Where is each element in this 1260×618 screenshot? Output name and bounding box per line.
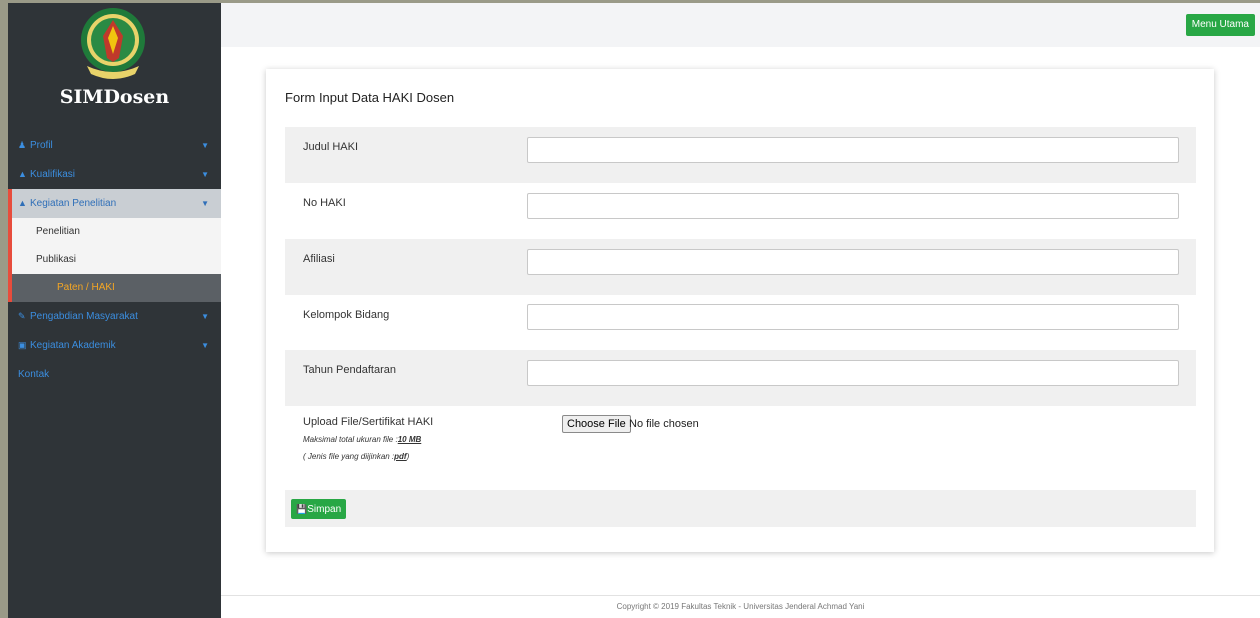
sidebar-item-label: Profil: [30, 140, 53, 151]
form-row-afiliasi: Afiliasi: [285, 239, 1196, 295]
simpan-label: Simpan: [307, 504, 342, 515]
form-row-tahun-pendaftaran: Tahun Pendaftaran: [285, 350, 1196, 406]
field-label: Kelompok Bidang: [303, 309, 390, 321]
sidebar-item-label: Kontak: [18, 369, 50, 380]
user-icon: ♟: [18, 140, 27, 150]
university-logo: [81, 8, 145, 79]
sidebar-item-kegiatan-akademik[interactable]: ▣ Kegiatan Akademik ▼: [8, 331, 221, 360]
chevron-down-icon: ▼: [201, 341, 209, 350]
app-frame: SIMDosen ♟ Profil ▼ ▲ Kualifikasi ▼ ▲ Kegia…: [8, 3, 1260, 618]
sidebar-item-kegiatan-penelitian[interactable]: ▲ Kegiatan Penelitian ▼: [8, 189, 221, 218]
save-icon: 💾: [296, 504, 308, 514]
upload-type-note: ( Jenis file yang diijinkan :pdf): [303, 452, 409, 461]
sidebar: SIMDosen ♟ Profil ▼ ▲ Kualifikasi ▼ ▲ Kegia…: [8, 3, 221, 618]
form-row-judul-haki: Judul HAKI: [285, 127, 1196, 183]
page-footer: Copyright © 2019 Fakultas Teknik - Unive…: [221, 595, 1260, 618]
flask-icon: ▲: [18, 198, 27, 208]
chevron-down-icon: ▼: [201, 170, 209, 179]
tahun-pendaftaran-input[interactable]: [527, 360, 1179, 386]
field-label: Tahun Pendaftaran: [303, 364, 396, 376]
graduation-cap-icon: ▲: [18, 169, 27, 179]
sidebar-item-profil[interactable]: ♟ Profil ▼: [8, 131, 221, 160]
choose-file-button[interactable]: Choose File: [562, 415, 631, 433]
form-row-kelompok-bidang: Kelompok Bidang: [285, 295, 1196, 351]
top-bar: Menu Utama: [221, 3, 1260, 47]
form-card: Form Input Data HAKI Dosen Judul HAKI No…: [266, 69, 1214, 552]
file-status: No file chosen: [629, 418, 699, 430]
form-row-no-haki: No HAKI: [285, 183, 1196, 239]
sidebar-item-kontak[interactable]: Kontak: [8, 360, 221, 389]
sidebar-item-label: Kegiatan Akademik: [30, 340, 116, 351]
size-note-prefix: Maksimal total ukuran file :: [303, 435, 398, 444]
sidebar-subitem-publikasi[interactable]: Publikasi: [8, 246, 221, 274]
sidebar-header: SIMDosen: [8, 3, 221, 128]
sidebar-item-label: Kualifikasi: [30, 169, 76, 180]
kelompok-bidang-input[interactable]: [527, 304, 1179, 330]
size-note-value: 10 MB: [397, 435, 422, 444]
simpan-button[interactable]: 💾Simpan: [291, 499, 347, 519]
sidebar-subitem-paten-haki[interactable]: Paten / HAKI: [8, 274, 221, 302]
field-label: No HAKI: [303, 197, 346, 209]
type-note-value: pdf: [394, 452, 407, 461]
form-row-upload: Upload File/Sertifikat HAKI Maksimal tot…: [285, 406, 1196, 490]
type-note-prefix: ( Jenis file yang diijinkan :: [303, 452, 395, 461]
menu-utama-button[interactable]: Menu Utama: [1185, 14, 1255, 36]
sidebar-item-kualifikasi[interactable]: ▲ Kualifikasi ▼: [8, 160, 221, 189]
afiliasi-input[interactable]: [527, 249, 1179, 275]
sidebar-nav: ♟ Profil ▼ ▲ Kualifikasi ▼ ▲ Kegiatan Penel…: [8, 131, 221, 389]
type-note-suffix: ): [406, 452, 410, 461]
app-brand: SIMDosen: [59, 86, 170, 108]
no-haki-input[interactable]: [527, 193, 1179, 219]
sidebar-item-label: Pengabdian Masyarakat: [30, 311, 138, 322]
sidebar-subitem-penelitian[interactable]: Penelitian: [8, 218, 221, 246]
upload-size-note: Maksimal total ukuran file :10 MB: [303, 435, 421, 444]
field-label: Judul HAKI: [303, 141, 359, 153]
chalkboard-icon: ▣: [18, 340, 27, 350]
chevron-down-icon: ▼: [201, 199, 209, 208]
field-label: Afiliasi: [303, 253, 335, 265]
form-actions: 💾Simpan: [285, 490, 1196, 527]
form-title: Form Input Data HAKI Dosen: [285, 90, 455, 105]
upload-label: Upload File/Sertifikat HAKI: [303, 416, 434, 428]
handshake-icon: ✎: [18, 311, 26, 321]
chevron-down-icon: ▼: [201, 141, 209, 150]
sidebar-item-pengabdian-masyarakat[interactable]: ✎ Pengabdian Masyarakat ▼: [8, 302, 221, 331]
chevron-down-icon: ▼: [201, 312, 209, 321]
judul-haki-input[interactable]: [527, 137, 1179, 163]
sidebar-item-label: Kegiatan Penelitian: [30, 198, 117, 209]
